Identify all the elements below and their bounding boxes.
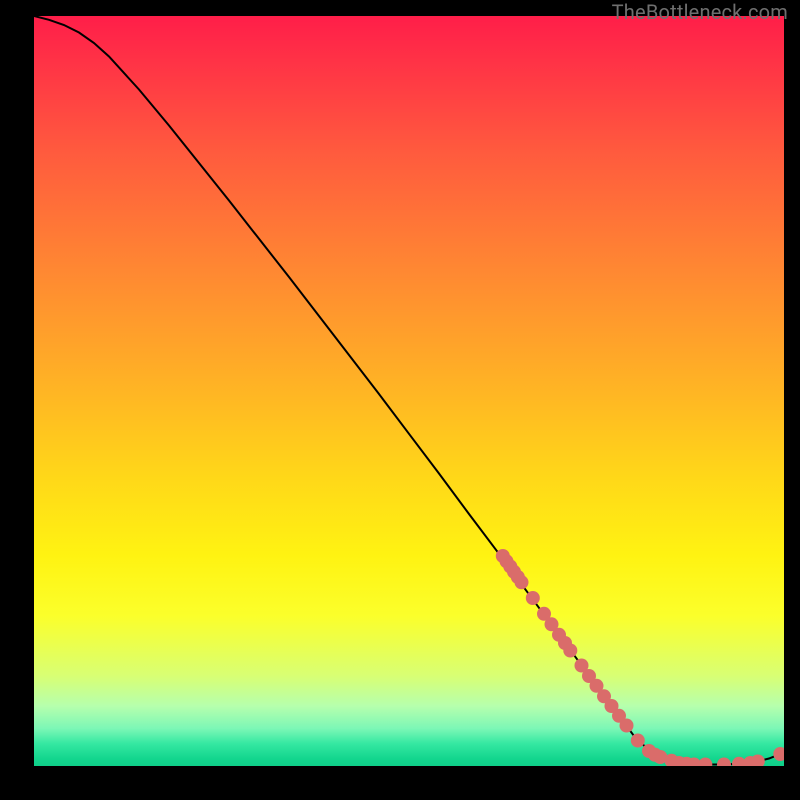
marker-icon (515, 575, 529, 589)
chart-stage: TheBottleneck.com (0, 0, 800, 800)
curve-line (34, 16, 784, 765)
watermark-text: TheBottleneck.com (612, 0, 788, 24)
marker-icon (698, 758, 712, 767)
marker-icon (773, 747, 784, 761)
marker-icon (717, 758, 731, 767)
chart-svg (34, 16, 784, 766)
plot-area (34, 16, 784, 766)
marker-group (496, 549, 784, 766)
marker-icon (751, 755, 765, 767)
marker-icon (631, 734, 645, 748)
marker-icon (563, 644, 577, 658)
marker-icon (620, 719, 634, 733)
marker-icon (526, 591, 540, 605)
